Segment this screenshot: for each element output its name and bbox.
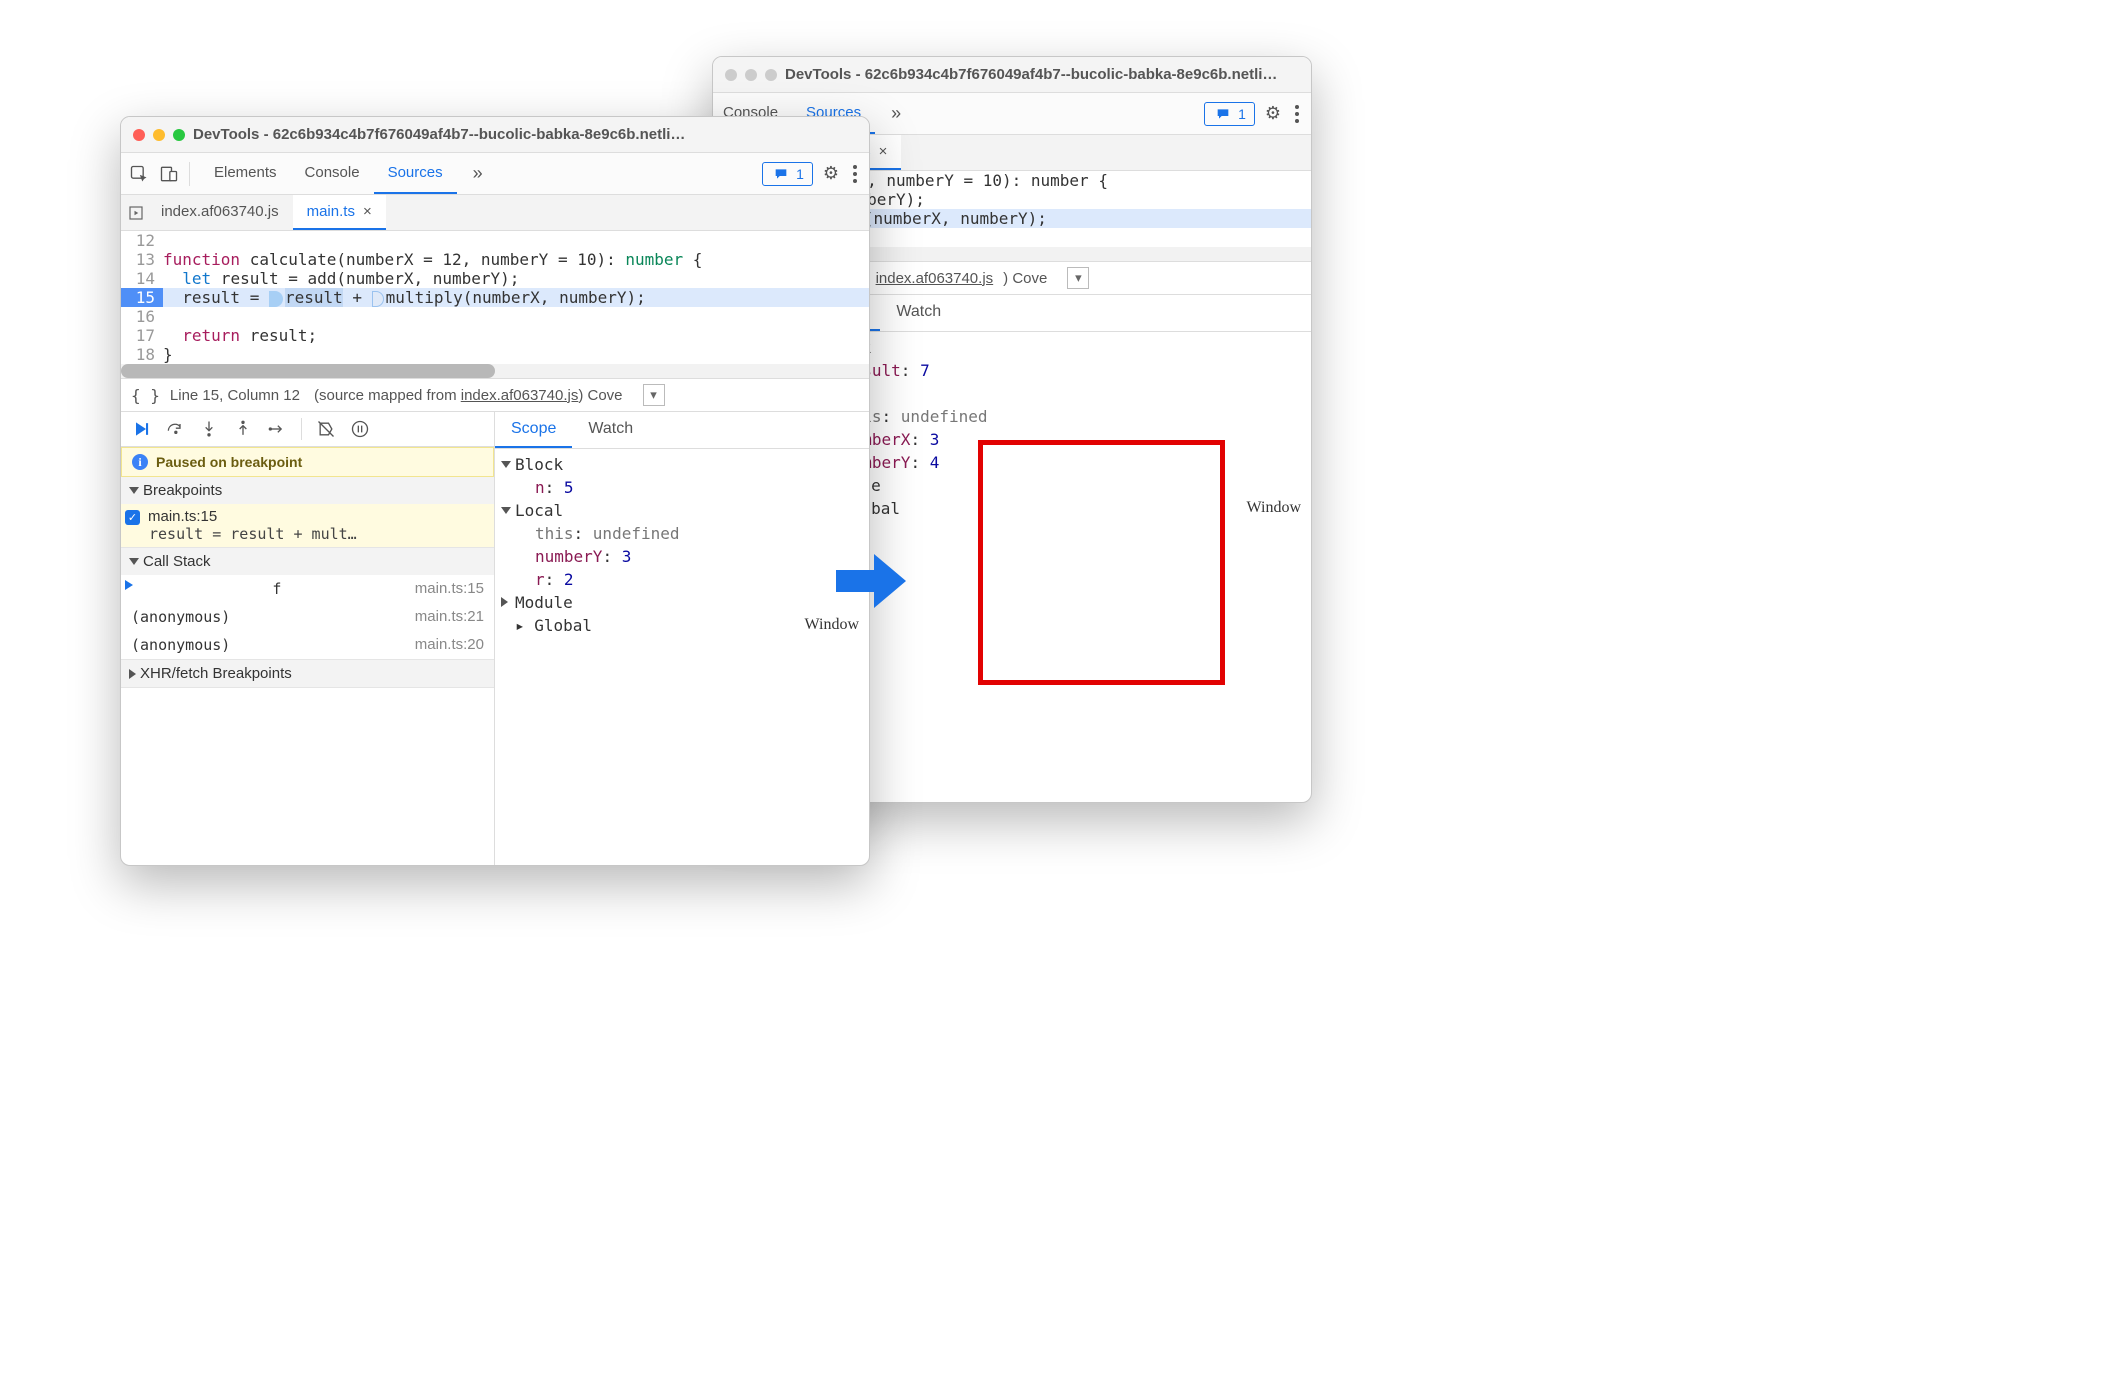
panel-tabs: Elements Console Sources » 1 ⚙	[121, 153, 869, 195]
step-icon[interactable]	[267, 419, 287, 439]
window-title: DevTools - 62c6b934c4b7f676049af4b7--buc…	[193, 126, 857, 143]
scope-var: this: undefined	[497, 522, 867, 545]
tab-elements[interactable]: Elements	[200, 153, 291, 194]
xhr-section[interactable]: XHR/fetch Breakpoints	[121, 660, 494, 687]
close-icon[interactable]: ×	[363, 203, 372, 220]
scope-block-header[interactable]: Block	[497, 453, 867, 476]
scope-var: this: undefined	[805, 405, 1309, 428]
debugger-controls	[121, 412, 494, 447]
scope-tree[interactable]: Block result: 7 Local this: undefined nu…	[803, 332, 1311, 524]
titlebar: DevTools - 62c6b934c4b7f676049af4b7--buc…	[713, 57, 1311, 93]
breakpoint-item[interactable]: ✓main.ts:15 result = result + mult…	[121, 504, 494, 547]
tab-sources[interactable]: Sources	[374, 153, 457, 194]
scope-var: numberX: 3	[805, 428, 1309, 451]
chat-icon	[1213, 104, 1233, 124]
scope-block-header[interactable]: Block	[805, 336, 1309, 359]
scope-global-header[interactable]: ▸ GlobalWindow	[805, 497, 1309, 520]
navigator-toggle-icon[interactable]	[125, 195, 147, 230]
close-dot[interactable]	[725, 69, 737, 81]
pretty-print-icon[interactable]: { }	[131, 386, 160, 405]
step-over-icon[interactable]	[165, 419, 185, 439]
minimize-dot[interactable]	[153, 129, 165, 141]
arrow-icon	[836, 554, 906, 611]
scope-tree[interactable]: Block n: 5 Local this: undefined numberY…	[495, 449, 869, 641]
debug-step-icon	[372, 291, 384, 307]
coverage-toggle-icon[interactable]: ▾	[1067, 267, 1089, 289]
sourcemap-link[interactable]: index.af063740.js	[461, 387, 579, 404]
cursor-position: Line 15, Column 12	[170, 387, 300, 404]
scope-module-header[interactable]: Module	[805, 474, 1309, 497]
stack-frame[interactable]: (anonymous)main.ts:20	[121, 631, 494, 659]
issues-badge[interactable]: 1	[762, 162, 813, 186]
inspect-icon[interactable]	[129, 164, 149, 184]
zoom-dot[interactable]	[173, 129, 185, 141]
minimize-dot[interactable]	[745, 69, 757, 81]
devtools-window-front: DevTools - 62c6b934c4b7f676049af4b7--buc…	[120, 116, 870, 866]
coverage-toggle-icon[interactable]: ▾	[643, 384, 665, 406]
scope-tab[interactable]: Scope	[495, 412, 572, 448]
kebab-menu-icon[interactable]	[849, 165, 861, 183]
settings-gear-icon[interactable]: ⚙	[823, 163, 839, 184]
issues-badge[interactable]: 1	[1204, 102, 1255, 126]
step-out-icon[interactable]	[233, 419, 253, 439]
resume-icon[interactable]	[131, 419, 151, 439]
sourcemap-link[interactable]: index.af063740.js	[876, 270, 994, 287]
kebab-menu-icon[interactable]	[1291, 105, 1303, 123]
titlebar: DevTools - 62c6b934c4b7f676049af4b7--buc…	[121, 117, 869, 153]
window-title: DevTools - 62c6b934c4b7f676049af4b7--buc…	[785, 66, 1299, 83]
close-icon[interactable]: ×	[879, 143, 888, 160]
settings-gear-icon[interactable]: ⚙	[1265, 103, 1281, 124]
scope-var: n: 5	[497, 476, 867, 499]
scope-var: numberY: 3	[497, 545, 867, 568]
debug-cursor-icon	[269, 291, 283, 307]
file-tab-main[interactable]: main.ts×	[293, 195, 386, 230]
deactivate-breakpoints-icon[interactable]	[316, 419, 336, 439]
watch-tab[interactable]: Watch	[880, 295, 957, 331]
watch-tab[interactable]: Watch	[572, 412, 649, 448]
scope-local-header[interactable]: Local	[497, 499, 867, 522]
status-bar: { } Line 15, Column 12 (source mapped fr…	[121, 378, 869, 412]
pause-on-exceptions-icon[interactable]	[350, 419, 370, 439]
more-tabs-icon[interactable]: »	[467, 163, 489, 184]
step-into-icon[interactable]	[199, 419, 219, 439]
device-toolbar-icon[interactable]	[159, 164, 179, 184]
callstack-section[interactable]: Call Stack	[121, 548, 494, 575]
file-tab-index[interactable]: index.af063740.js	[147, 195, 293, 230]
traffic-lights	[725, 69, 777, 81]
scope-var: result: 7	[805, 359, 1309, 382]
traffic-lights	[133, 129, 185, 141]
debugger-panels: iPaused on breakpoint Breakpoints ✓main.…	[121, 412, 869, 865]
scope-watch-tabs: Scope Watch	[803, 295, 1311, 332]
info-icon: i	[132, 454, 148, 470]
scope-var: r: 2	[497, 568, 867, 591]
scope-global-header[interactable]: ▸ GlobalWindow	[497, 614, 867, 637]
checkbox-icon[interactable]: ✓	[125, 510, 140, 525]
more-tabs-icon[interactable]: »	[885, 103, 907, 124]
code-editor[interactable]: 12 13function calculate(numberX = 12, nu…	[121, 231, 869, 364]
file-tabs: index.af063740.js main.ts×	[121, 195, 869, 231]
chat-icon	[771, 164, 791, 184]
zoom-dot[interactable]	[765, 69, 777, 81]
scope-module-header[interactable]: Module	[497, 591, 867, 614]
scope-local-header[interactable]: Local	[805, 382, 1309, 405]
scope-watch-tabs: Scope Watch	[495, 412, 869, 449]
stack-frame[interactable]: fmain.ts:15	[121, 575, 494, 603]
horizontal-scrollbar[interactable]	[121, 364, 869, 378]
scope-var: numberY: 4	[805, 451, 1309, 474]
paused-banner: iPaused on breakpoint	[121, 447, 494, 477]
tab-console[interactable]: Console	[291, 153, 374, 194]
stack-frame[interactable]: (anonymous)main.ts:21	[121, 603, 494, 631]
breakpoints-section[interactable]: Breakpoints	[121, 477, 494, 504]
close-dot[interactable]	[133, 129, 145, 141]
